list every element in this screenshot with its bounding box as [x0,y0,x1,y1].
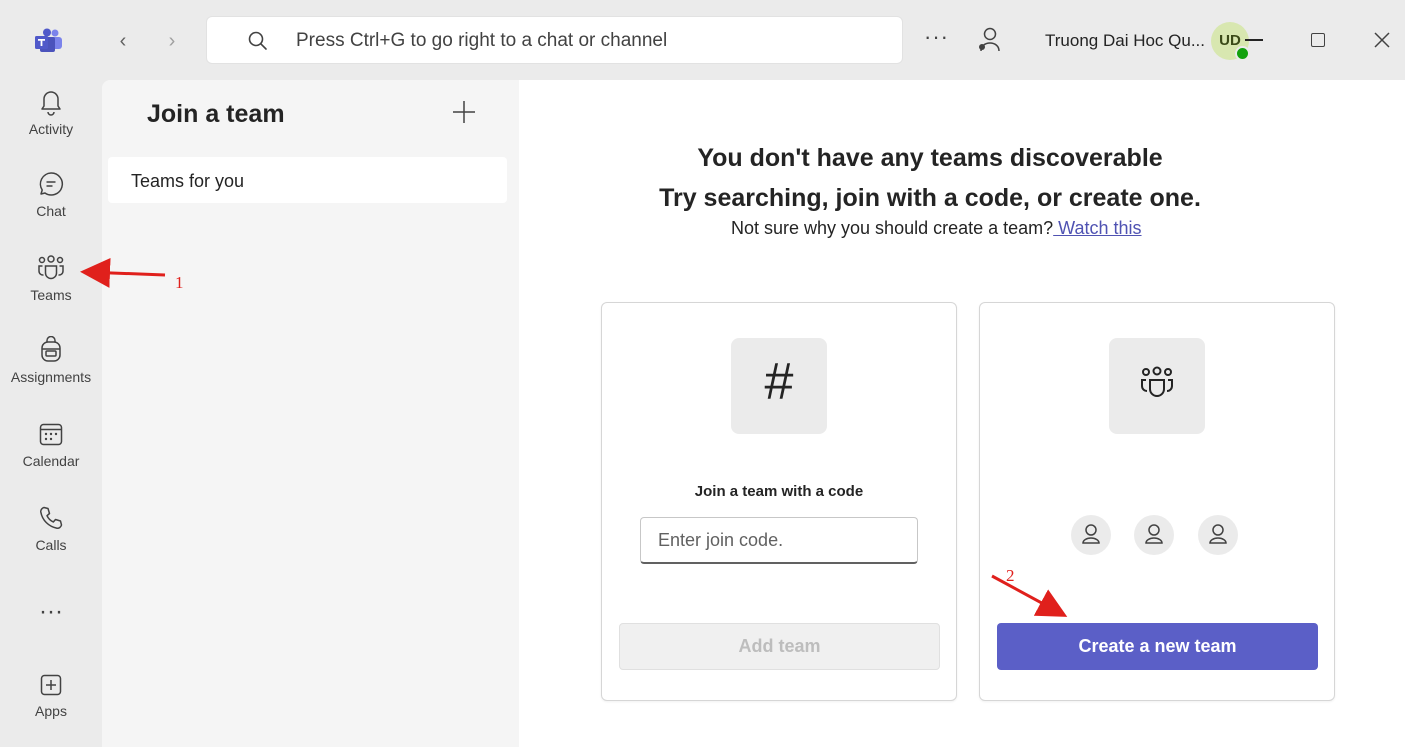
rail-label: Calendar [22,453,80,469]
more-apps-icon[interactable]: ··· [0,600,102,632]
rail-item-calendar[interactable]: Calendar [0,420,102,500]
chat-icon [39,172,64,196]
member-placeholder [1071,515,1111,555]
rail-label: Activity [28,121,74,137]
join-code-input[interactable] [640,517,918,564]
rail-item-teams[interactable]: Teams [0,254,102,334]
join-card-heading: Join a team with a code [694,483,864,500]
minimize-icon[interactable] [1245,39,1263,41]
add-team-button[interactable]: Add team [619,623,940,670]
help-text: Not sure why you should create a team? W… [731,218,1142,239]
organization-name[interactable]: Truong Dai Hoc Qu... [1045,31,1205,51]
annotation-marker-2: 2 [1006,566,1015,585]
rail-label: Chat [36,203,66,219]
bell-icon [41,91,61,116]
empty-state-subheading: Try searching, join with a code, or crea… [659,184,1201,212]
watch-this-link[interactable]: Watch this [1053,218,1141,238]
title-bar: ‹ › Press Ctrl+G to go right to a chat o… [0,0,1405,80]
rail-label: Calls [35,537,67,553]
main-content: You don't have any teams discoverable Tr… [519,80,1405,747]
create-team-button[interactable]: Create a new team [997,623,1318,670]
search-icon [248,31,267,50]
backpack-icon [41,336,61,362]
member-placeholder [1198,515,1238,555]
close-icon[interactable] [1370,28,1394,52]
person-icon [1082,524,1100,544]
join-team-card: # Join a team with a code Add team [601,302,957,701]
teams-icon [38,255,64,280]
help-text-label: Not sure why you should create a team? [731,218,1054,238]
person-settings-icon[interactable] [976,26,1002,54]
more-options-icon[interactable]: ··· [924,24,949,50]
rail-item-chat[interactable]: Chat [0,170,102,250]
teams-icon [1141,366,1173,397]
teams-window: ‹ › Press Ctrl+G to go right to a chat o… [0,0,1405,747]
empty-state-heading: You don't have any teams discoverable [697,144,1163,172]
rail-label: Apps [35,703,67,719]
rail-item-assignments[interactable]: Assignments [0,336,102,416]
hashtag-glyph: # [764,353,794,411]
teams-logo-icon [35,28,62,52]
person-icon [1209,524,1227,544]
plus-icon[interactable] [450,98,478,126]
annotation-marker-1: 1 [175,273,184,292]
create-team-card: Create a new team [979,302,1335,701]
phone-icon [40,506,63,529]
calendar-icon [39,423,63,446]
teams-list-pane: Join a team Teams for you [102,80,519,747]
add-app-icon [40,674,62,696]
rail-label: Assignments [10,369,92,385]
back-arrow-icon[interactable]: ‹ [113,30,133,52]
app-rail: Activity Chat Teams Assignments Calendar… [0,80,102,747]
pane-title: Join a team [147,100,285,128]
person-icon [1145,524,1163,544]
status-available-icon [1235,46,1250,61]
forward-arrow-icon[interactable]: › [162,30,182,52]
member-placeholder [1134,515,1174,555]
rail-label: Teams [30,287,72,303]
hashtag-icon: # [731,338,827,434]
maximize-icon[interactable] [1311,33,1325,47]
list-item-teams-for-you[interactable]: Teams for you [108,157,507,203]
search-placeholder: Press Ctrl+G to go right to a chat or ch… [296,30,668,51]
list-item-label: Teams for you [131,171,245,191]
rail-item-activity[interactable]: Activity [0,88,102,168]
rail-item-apps[interactable]: Apps [0,672,102,747]
rail-item-calls[interactable]: Calls [0,504,102,584]
search-input[interactable]: Press Ctrl+G to go right to a chat or ch… [206,16,903,64]
teams-icon-box [1109,338,1205,434]
